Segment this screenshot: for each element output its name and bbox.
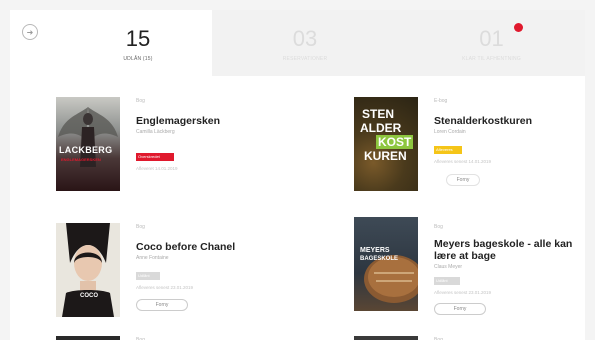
status-badge: Afleveres bbox=[434, 146, 462, 154]
book-cover bbox=[354, 336, 418, 340]
tab-reservations[interactable]: 03 RESERVATIONER bbox=[212, 10, 398, 76]
media-type-label: Bog bbox=[434, 224, 443, 230]
tab-loans-count: 15 bbox=[125, 26, 151, 51]
book-title: Coco before Chanel bbox=[136, 241, 236, 253]
book-card-partial[interactable]: Bog bbox=[354, 336, 584, 340]
cover-line-1: MEYERS bbox=[360, 247, 390, 254]
media-type-label: E-bog bbox=[434, 98, 448, 104]
media-type-label: Bog bbox=[136, 98, 145, 104]
renew-button[interactable]: Forny bbox=[434, 303, 486, 315]
book-cover: LACKBERG ENGLEMAGERSKEN bbox=[56, 97, 120, 191]
tab-loans-label: UDLÅN (15) bbox=[123, 56, 153, 62]
book-card-englemagersken[interactable]: LACKBERG ENGLEMAGERSKEN Bog Englemagersk… bbox=[56, 97, 286, 193]
tab-pickup-label: KLAR TIL AFHENTNING bbox=[462, 56, 521, 62]
tab-ready-for-pickup[interactable]: 01 KLAR TIL AFHENTNING bbox=[398, 10, 585, 76]
book-card-partial[interactable]: Bog bbox=[56, 336, 286, 340]
cover-line-2: ALDER bbox=[360, 121, 402, 135]
renew-button[interactable]: Forny bbox=[446, 174, 480, 186]
tab-reservations-count: 03 bbox=[292, 26, 318, 51]
cover-line-3: KOST bbox=[376, 135, 414, 149]
status-badge: Udlånt bbox=[434, 277, 460, 285]
due-date: Afleveres senest 23.01.2019 bbox=[136, 285, 194, 290]
book-card-stenalderkostkuren[interactable]: STEN ALDER KOST KUREN E-bog Stenalderkos… bbox=[354, 97, 584, 193]
cover-title-text: COCO bbox=[80, 293, 98, 299]
status-badge: Udlånt bbox=[136, 272, 160, 280]
tab-reservations-label: RESERVATIONER bbox=[282, 56, 328, 62]
status-badge: Overskredet bbox=[136, 153, 174, 161]
cover-line-4: KUREN bbox=[364, 149, 407, 163]
tab-pickup-count: 01 bbox=[479, 26, 504, 51]
book-cover: STEN ALDER KOST KUREN bbox=[354, 97, 418, 191]
tab-bar: 15 UDLÅN (15) 03 RESERVATIONER 01 KLAR T… bbox=[10, 10, 585, 76]
notification-dot bbox=[514, 23, 523, 32]
book-cover bbox=[56, 336, 120, 340]
book-title: Englemagersken bbox=[136, 115, 221, 127]
cover-author-text: LACKBERG bbox=[59, 145, 113, 155]
book-cover: COCO bbox=[56, 223, 120, 317]
book-title: Meyers bageskole - alle kan lære at bage bbox=[434, 238, 573, 262]
app-window: ➜ 15 UDLÅN (15) 03 RESERVATIONER 01 KLAR… bbox=[10, 10, 585, 340]
due-date: Afleveres senest 23.01.2019 bbox=[434, 290, 492, 295]
book-author: Loren Cordain bbox=[434, 129, 466, 135]
cover-line-1: STEN bbox=[362, 107, 395, 121]
book-card-meyers-bageskole[interactable]: MEYERS BAGESKOLE Bog Meyers bageskole - … bbox=[354, 215, 584, 319]
book-cover: MEYERS BAGESKOLE bbox=[354, 217, 418, 311]
angel-figure-icon bbox=[58, 107, 118, 167]
media-type-label: Bog bbox=[136, 224, 145, 230]
due-date: Afleveret 14.01.2019 bbox=[136, 166, 178, 171]
book-card-coco-before-chanel[interactable]: COCO Bog Coco before Chanel Anne Fontain… bbox=[56, 223, 286, 319]
cover-line-2: BAGESKOLE bbox=[360, 256, 399, 262]
book-author: Claus Meyer bbox=[434, 264, 463, 270]
book-title: Stenalderkostkuren bbox=[434, 115, 533, 127]
portrait-icon bbox=[62, 223, 114, 317]
renew-button[interactable]: Forny bbox=[136, 299, 188, 311]
bread-icon bbox=[364, 255, 418, 303]
tab-loans[interactable]: 15 UDLÅN (15) bbox=[64, 10, 212, 76]
cover-title-text: ENGLEMAGERSKEN bbox=[61, 157, 101, 162]
book-author: Anne Fontaine bbox=[136, 255, 169, 261]
due-date: Afleveres senest 14.01.2019 bbox=[434, 159, 492, 164]
book-author: Camilla Läckberg bbox=[136, 129, 175, 135]
